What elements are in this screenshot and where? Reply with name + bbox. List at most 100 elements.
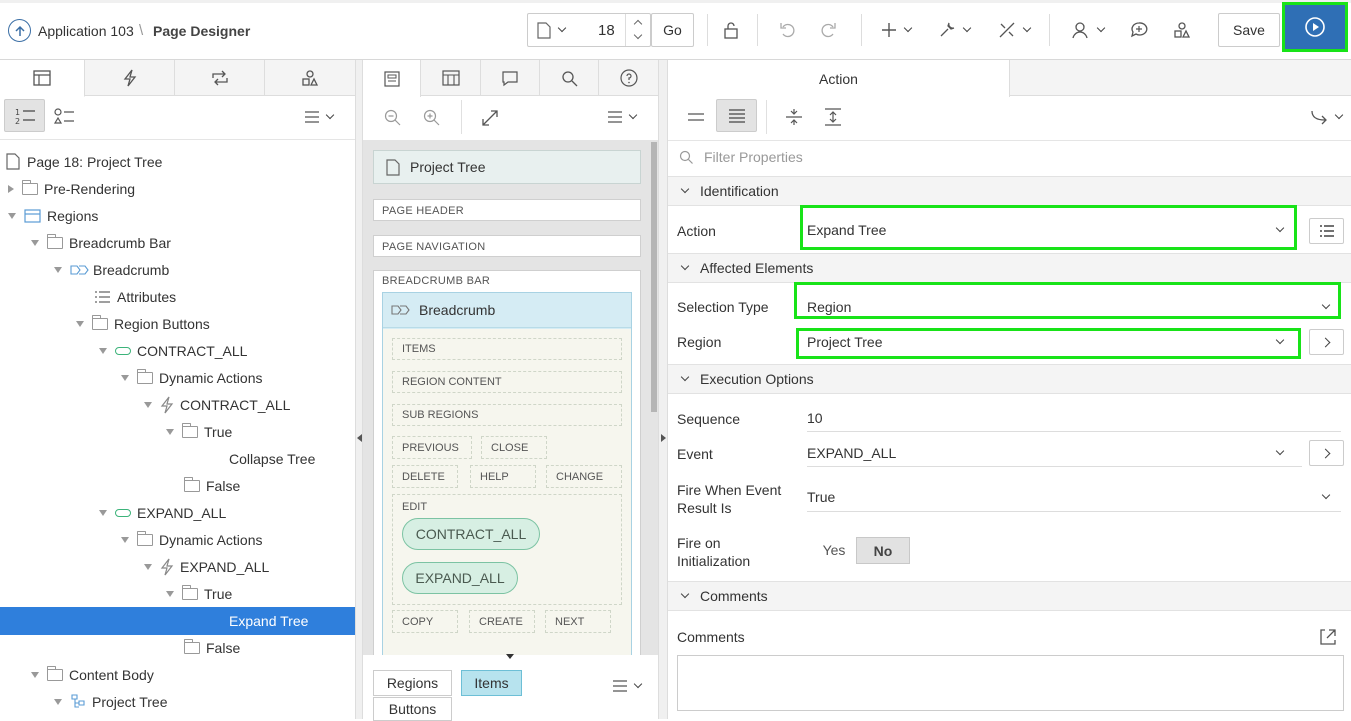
collapse-icon[interactable]	[8, 212, 16, 219]
expand-all-icon[interactable]	[822, 107, 844, 127]
collapse-icon[interactable]	[121, 374, 129, 381]
gallery-menu-button[interactable]	[608, 677, 644, 695]
right-splitter[interactable]	[658, 60, 668, 719]
collapse-icon[interactable]	[121, 536, 129, 543]
copy-slot[interactable]: COPY	[392, 610, 458, 633]
collapse-icon[interactable]	[31, 671, 39, 678]
tab-shared-components[interactable]	[265, 60, 355, 96]
undo-icon[interactable]	[776, 18, 800, 42]
tree-node-button-contract-all[interactable]: CONTRACT_ALL	[99, 337, 247, 364]
app-up-icon[interactable]	[8, 19, 31, 42]
region-select[interactable]: Project Tree	[807, 334, 882, 350]
breadcrumb-region-header[interactable]: Breadcrumb	[383, 293, 631, 328]
zoom-out-icon[interactable]	[383, 108, 403, 128]
comments-textarea[interactable]	[677, 655, 1344, 711]
expand-all-button[interactable]: EXPAND_ALL	[402, 562, 518, 594]
show-common-icon[interactable]	[685, 108, 707, 126]
left-splitter[interactable]	[355, 60, 363, 719]
tree-node-content-body[interactable]: Content Body	[31, 661, 154, 688]
tree-node-breadcrumb[interactable]: Breadcrumb	[54, 256, 169, 283]
close-slot[interactable]: CLOSE	[481, 436, 547, 459]
filter-properties-input[interactable]: Filter Properties	[704, 149, 803, 165]
event-goto-button[interactable]	[1309, 440, 1344, 466]
shared-components-button[interactable]	[994, 18, 1034, 42]
run-page-button[interactable]	[1282, 2, 1348, 52]
collapse-all-icon[interactable]	[783, 107, 805, 127]
region-goto-button[interactable]	[1309, 329, 1344, 355]
collapse-icon[interactable]	[54, 266, 62, 273]
expand-icon[interactable]	[8, 184, 14, 193]
tree-node-true[interactable]: True	[166, 418, 232, 445]
tree-node-da-contract-all[interactable]: CONTRACT_ALL	[144, 391, 290, 418]
tree-node-regions[interactable]: Regions	[8, 202, 98, 229]
tree-menu-button[interactable]	[300, 108, 336, 126]
canvas-page-title[interactable]: Project Tree	[373, 150, 641, 184]
contract-all-button[interactable]: CONTRACT_ALL	[402, 518, 540, 550]
event-select[interactable]: EXPAND_ALL	[807, 445, 896, 461]
collapse-left-icon[interactable]	[357, 434, 362, 442]
collapse-icon[interactable]	[144, 401, 152, 408]
tree-node-dynamic-actions[interactable]: Dynamic Actions	[121, 364, 262, 391]
fire-on-init-yes[interactable]: Yes	[808, 537, 860, 563]
items-slot[interactable]: ITEMS	[392, 338, 622, 360]
zoom-in-icon[interactable]	[422, 108, 442, 128]
action-select[interactable]: Expand Tree	[807, 222, 886, 238]
action-list-button[interactable]	[1309, 218, 1344, 244]
sequence-input[interactable]: 10	[807, 410, 823, 426]
tree-node-page[interactable]: Page 18: Project Tree	[6, 148, 162, 175]
next-slot[interactable]: NEXT	[545, 610, 611, 633]
collapse-icon[interactable]	[31, 239, 39, 246]
selection-type-select[interactable]: Region	[807, 299, 851, 315]
collapse-icon[interactable]	[76, 320, 84, 327]
tree-node-region-buttons[interactable]: Region Buttons	[76, 310, 210, 337]
collapse-icon[interactable]	[166, 428, 174, 435]
create-menu-button[interactable]	[876, 18, 916, 42]
section-affected-elements[interactable]: Affected Elements	[668, 253, 1351, 283]
tree-node-collapse-tree[interactable]: Collapse Tree	[229, 445, 315, 472]
tree-node-attributes[interactable]: Attributes	[94, 283, 176, 310]
decrement-icon[interactable]	[633, 30, 643, 40]
shapes-icon[interactable]	[1170, 18, 1194, 42]
tree-node-expand-tree-selected[interactable]: Expand Tree	[0, 607, 355, 635]
sub-regions-slot[interactable]: SUB REGIONS	[392, 404, 622, 426]
collapse-icon[interactable]	[54, 698, 62, 705]
tree-node-true[interactable]: True	[166, 580, 232, 607]
tree-node-project-tree[interactable]: Project Tree	[54, 688, 167, 715]
tree-node-false[interactable]: False	[184, 472, 240, 499]
lock-icon[interactable]	[719, 18, 743, 42]
go-to-group-button[interactable]	[1306, 108, 1346, 126]
tab-action[interactable]: Action	[668, 60, 1010, 97]
layout-menu-button[interactable]	[603, 108, 639, 126]
save-button[interactable]: Save	[1218, 13, 1280, 47]
create-slot[interactable]: CREATE	[469, 610, 535, 633]
tab-help[interactable]	[599, 60, 658, 96]
tab-component-view[interactable]	[421, 60, 481, 96]
section-execution-options[interactable]: Execution Options	[668, 364, 1351, 394]
expand-editor-icon[interactable]	[1318, 627, 1338, 647]
tree-node-pre-rendering[interactable]: Pre-Rendering	[8, 175, 135, 202]
go-button[interactable]: Go	[651, 13, 694, 47]
previous-slot[interactable]: PREVIOUS	[392, 436, 472, 459]
collapse-icon[interactable]	[99, 347, 107, 354]
component-view-button[interactable]: 12	[4, 99, 45, 132]
increment-icon[interactable]	[633, 19, 643, 29]
chevron-down-icon[interactable]	[1321, 490, 1331, 500]
collapse-icon[interactable]	[166, 590, 174, 597]
tree-node-breadcrumb-bar[interactable]: Breadcrumb Bar	[31, 229, 171, 256]
change-slot[interactable]: CHANGE	[546, 465, 622, 488]
delete-slot[interactable]: DELETE	[392, 465, 458, 488]
tab-layout[interactable]	[363, 60, 421, 97]
page-selector[interactable]: 18	[527, 13, 651, 47]
gallery-toggle-icon[interactable]	[506, 654, 514, 659]
grouped-view-icon[interactable]	[52, 106, 76, 128]
app-breadcrumb-link[interactable]: Application 103	[38, 23, 134, 39]
gallery-tab-regions[interactable]: Regions	[373, 670, 452, 696]
page-number-input[interactable]: 18	[598, 22, 615, 39]
help-slot[interactable]: HELP	[470, 465, 536, 488]
expand-icon[interactable]	[480, 108, 500, 128]
section-comments[interactable]: Comments	[668, 581, 1351, 611]
tree-node-dynamic-actions[interactable]: Dynamic Actions	[121, 526, 262, 553]
collapse-right-icon[interactable]	[661, 434, 666, 442]
section-identification[interactable]: Identification	[668, 176, 1351, 206]
tree-node-false[interactable]: False	[184, 634, 240, 661]
